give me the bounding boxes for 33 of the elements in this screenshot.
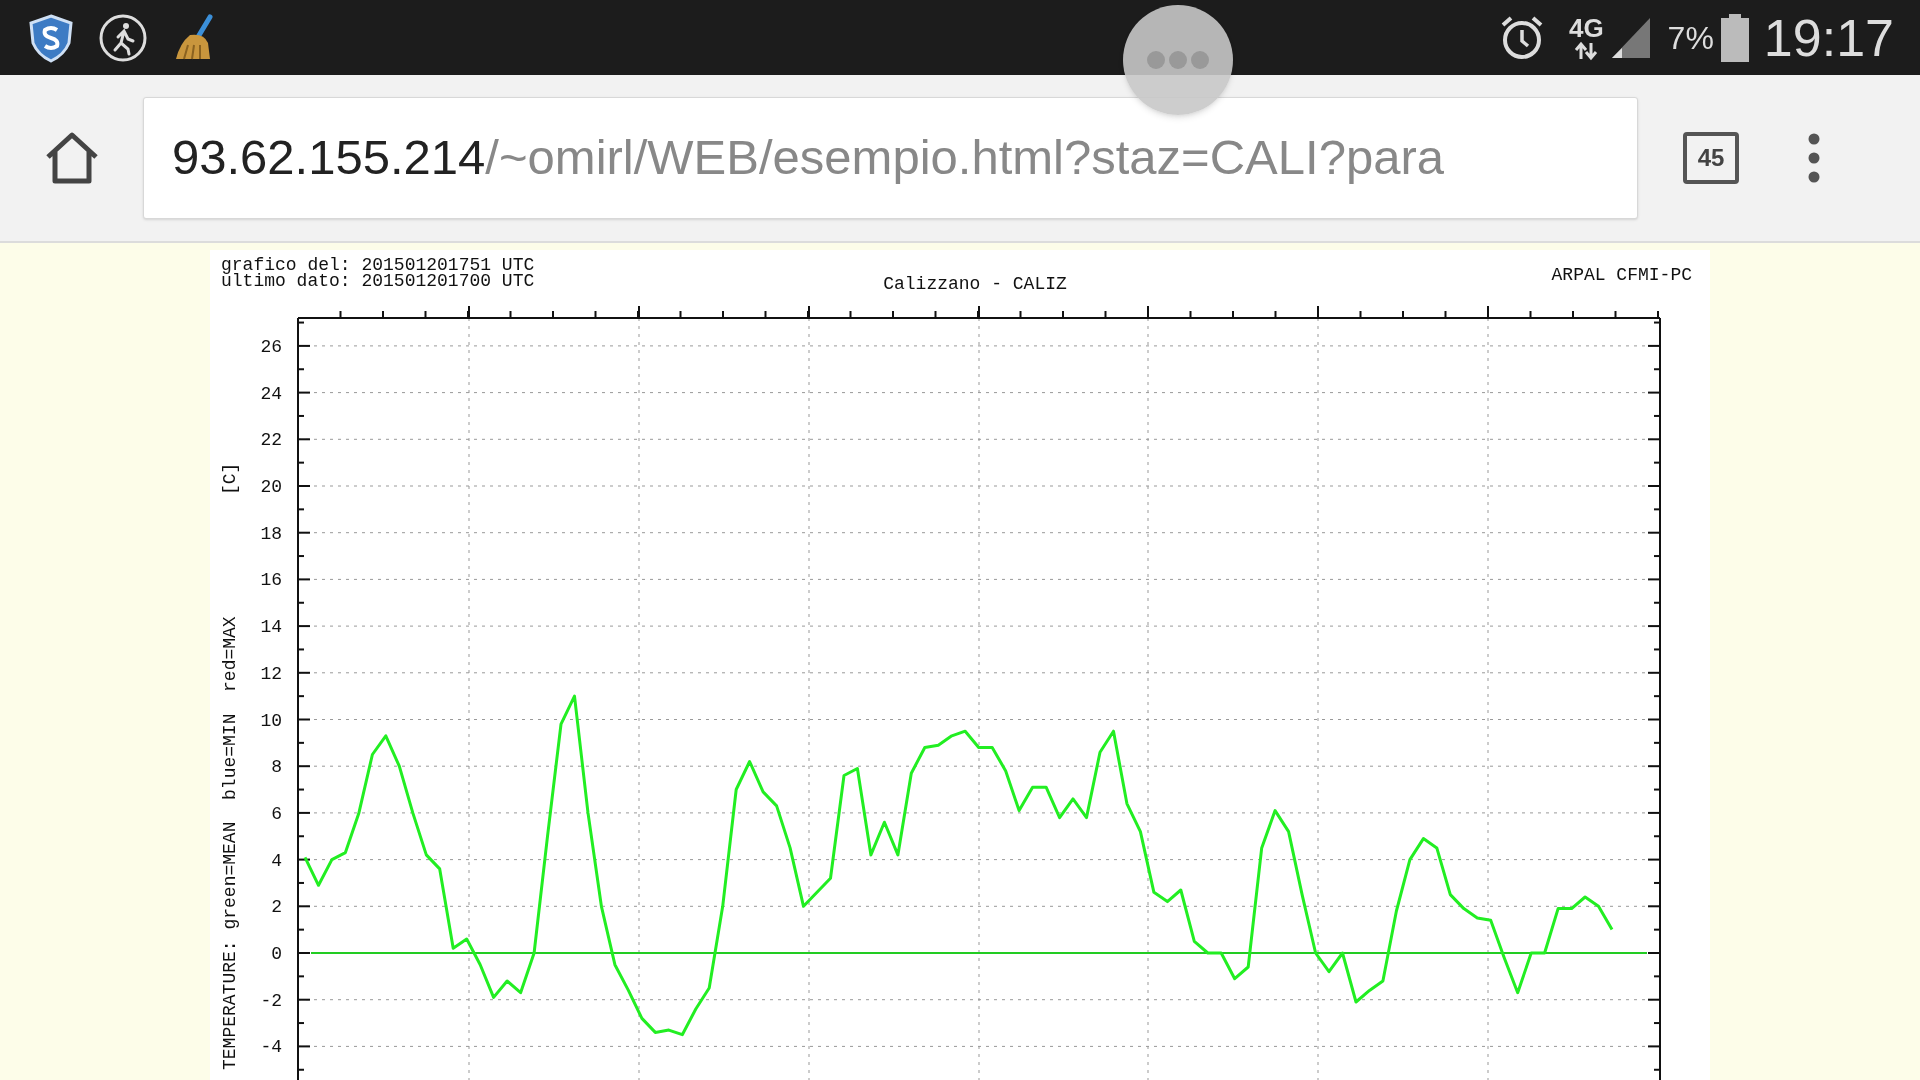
data-arrows-icon bbox=[1573, 40, 1600, 61]
more-vertical-icon bbox=[1808, 133, 1820, 183]
y-tick-label: 26 bbox=[260, 336, 282, 357]
y-tick-label: 24 bbox=[260, 383, 282, 404]
y-tick-label: 0 bbox=[271, 944, 282, 964]
y-tick-label: 18 bbox=[260, 523, 282, 544]
y-axis-label: TEMPERATURE: green=MEAN blue=MIN red=MAX bbox=[220, 616, 240, 1070]
y-tick-label: 6 bbox=[271, 803, 282, 824]
y-tick-label: 10 bbox=[260, 710, 282, 731]
battery-percent: 7% bbox=[1667, 18, 1714, 58]
y-tick-label: 4 bbox=[271, 850, 282, 871]
y-tick-label: 2 bbox=[271, 897, 282, 918]
battery-icon bbox=[1719, 12, 1750, 63]
y-tick-label: 8 bbox=[271, 757, 282, 778]
y-tick-label: 20 bbox=[260, 477, 282, 497]
y-tick-label: -2 bbox=[260, 990, 282, 1011]
url-host: 93.62.155.214 bbox=[172, 129, 486, 187]
y-tick-label: 22 bbox=[260, 430, 282, 451]
chart-title: Calizzano - CALIZ bbox=[883, 274, 1067, 294]
url-path: /~omirl/WEB/esempio.html?staz=CALI?para bbox=[485, 129, 1444, 187]
y-axis-unit: [C] bbox=[220, 462, 240, 495]
more-horizontal-icon bbox=[1146, 50, 1210, 70]
tabs-count-button[interactable]: 45 bbox=[1683, 132, 1739, 184]
network-type: 4G bbox=[1568, 14, 1604, 41]
clock-time: 19:17 bbox=[1763, 7, 1894, 69]
y-tick-label: 12 bbox=[260, 663, 282, 684]
y-tick-label: 14 bbox=[260, 617, 282, 638]
chart-source: ARPAL CFMI-PC bbox=[1551, 265, 1692, 285]
y-tick-label: -4 bbox=[260, 1037, 282, 1058]
running-person-icon bbox=[98, 12, 148, 63]
shield-icon bbox=[26, 12, 76, 63]
y-tick-label: 16 bbox=[260, 570, 282, 591]
url-field[interactable]: 93.62.155.214/~omirl/WEB/esempio.html?staz=CALI?para bbox=[143, 97, 1638, 219]
